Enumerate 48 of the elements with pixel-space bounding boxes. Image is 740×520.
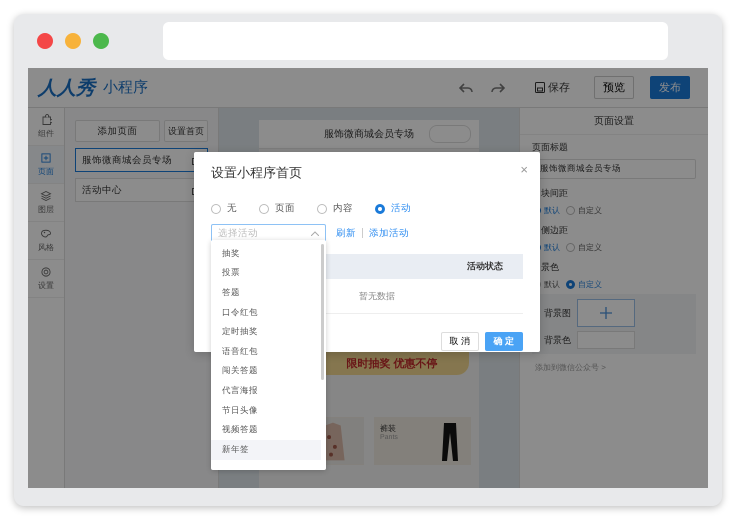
caret-icon [311,230,319,236]
product-name: 小程序 [103,78,148,97]
radio-option[interactable]: 自定义 [566,205,602,216]
plus-square-icon [40,152,52,164]
menu-item[interactable]: 新年签 [211,440,321,460]
add-activity-link[interactable]: 添加活动 [369,226,409,240]
field-label: 块间距 [540,187,569,200]
upload-button[interactable] [577,299,635,327]
phone-title: 服饰微商城会员专场 [324,128,414,141]
close-button[interactable]: × [520,162,528,177]
scrollbar[interactable] [321,244,324,380]
palette-icon [40,228,52,240]
minimize-window-icon[interactable] [65,33,81,49]
card-title: 裤装 [380,423,397,434]
add-page-button[interactable]: 添加页面 [75,120,160,142]
radio-option[interactable]: 自定义 [566,279,602,290]
page-item[interactable]: 服饰微商城会员专场 [75,148,208,172]
logo: 人人秀 [38,76,95,100]
field-label: 景色 [540,261,560,274]
set-home-button[interactable]: 设置首页 [164,120,208,142]
layers-icon [40,190,52,202]
puzzle-icon [40,114,52,126]
refresh-link[interactable]: 刷新 [336,226,356,240]
maximize-window-icon[interactable] [93,33,109,49]
dialog-title: 设置小程序首页 [211,164,303,182]
ok-button[interactable]: 确 定 [485,332,523,351]
field-label: 背景色 [544,334,571,346]
column-header: 活动状态 [467,260,503,273]
field-label: 页面标题 [532,141,569,154]
undo-icon[interactable] [459,80,473,94]
panel-title: 页面设置 [520,108,708,135]
settings-icon [40,266,52,278]
field-label: 背景图 [544,306,571,320]
radio-option[interactable]: 内容 [317,202,353,215]
cancel-button[interactable]: 取 消 [441,332,479,351]
sidebar-tab[interactable]: 页面 [28,146,64,184]
radio-option[interactable]: 无 [211,202,237,215]
redo-icon[interactable] [491,80,505,94]
radio-option[interactable]: 活动 [375,202,411,215]
radio-option[interactable]: 页面 [259,202,295,215]
close-window-icon[interactable] [37,33,53,49]
preview-button[interactable]: 预览 [594,76,634,99]
plus-icon [600,307,612,319]
radio-option[interactable]: 自定义 [566,242,602,253]
publish-button[interactable]: 发布 [650,76,690,99]
save-button[interactable]: 保存 [535,80,570,95]
empty-message: 暂无数据 [359,290,395,302]
field-label: 侧边距 [540,224,569,237]
